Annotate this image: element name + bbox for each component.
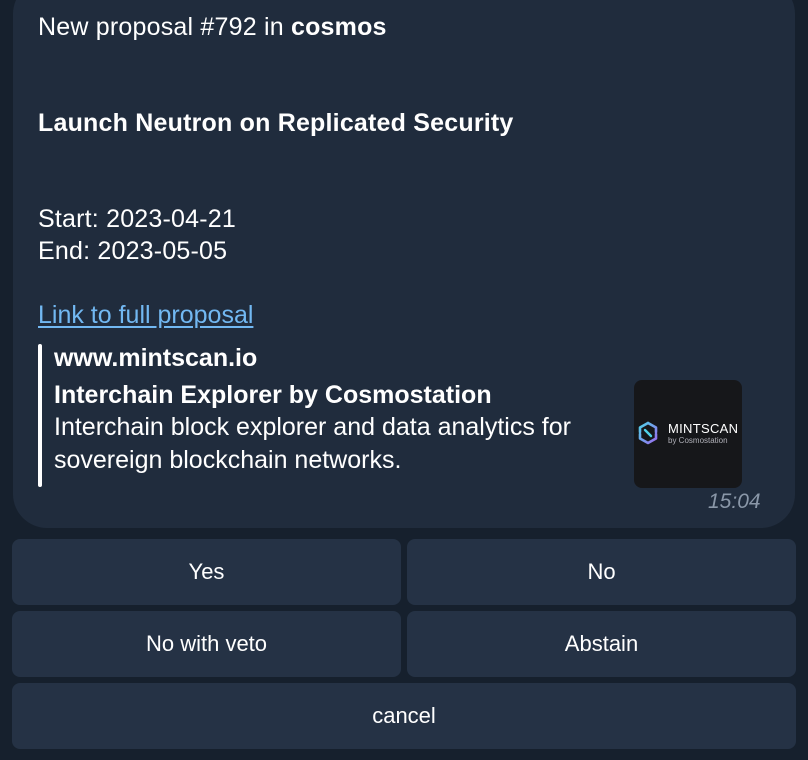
preview-description-line-1: Interchain block explorer and data analy… xyxy=(54,413,571,441)
vote-yes-button[interactable]: Yes xyxy=(12,539,401,605)
preview-site-name: www.mintscan.io xyxy=(54,344,258,372)
vote-abstain-button[interactable]: Abstain xyxy=(407,611,796,677)
end-date: End: 2023-05-05 xyxy=(38,237,228,265)
mintscan-logo-icon xyxy=(638,421,658,445)
preview-description-line-2: sovereign blockchain networks. xyxy=(54,446,402,474)
chain-name: cosmos xyxy=(290,13,387,41)
preview-title: Interchain Explorer by Cosmostation xyxy=(54,381,492,409)
vote-no-with-veto-button[interactable]: No with veto xyxy=(12,611,401,677)
full-proposal-link[interactable]: Link to full proposal xyxy=(38,301,253,330)
thumbnail-brand: MINTSCAN xyxy=(668,421,739,436)
thumbnail-brand-sub: by Cosmostation xyxy=(668,436,728,445)
cancel-button[interactable]: cancel xyxy=(12,683,796,749)
proposal-title: Launch Neutron on Replicated Security xyxy=(38,109,514,137)
header-prefix: New proposal #792 in xyxy=(38,13,291,41)
preview-thumbnail[interactable]: MINTSCAN by Cosmostation xyxy=(634,380,742,488)
vote-no-button[interactable]: No xyxy=(407,539,796,605)
proposal-header: New proposal #792 in cosmos xyxy=(38,13,387,42)
start-date: Start: 2023-04-21 xyxy=(38,205,236,233)
link-preview-accent-bar xyxy=(38,344,42,487)
message-timestamp: 15:04 xyxy=(708,490,761,513)
